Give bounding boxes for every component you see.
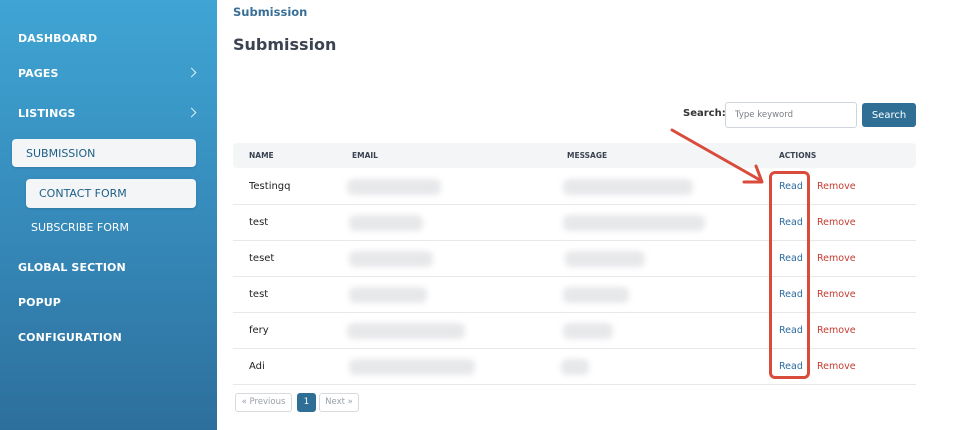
chevron-right-icon	[186, 107, 197, 118]
sidebar-item-label: CONTACT FORM	[39, 187, 127, 200]
table-row: test Read Remove	[233, 277, 916, 313]
page-title: Submission	[233, 35, 337, 54]
sidebar: DASHBOARD PAGES LISTINGS SUBMISSION CONT…	[0, 0, 217, 430]
breadcrumb[interactable]: Submission	[233, 5, 307, 19]
search-label: Search:	[683, 108, 726, 119]
cell-name: Testingq	[249, 181, 291, 192]
sidebar-item-dashboard[interactable]: DASHBOARD	[18, 32, 97, 45]
sidebar-item-popup[interactable]: POPUP	[18, 296, 61, 309]
table-header: NAME EMAIL MESSAGE ACTIONS	[233, 143, 916, 168]
redacted-message	[563, 215, 705, 231]
remove-link[interactable]: Remove	[817, 361, 856, 372]
search-button[interactable]: Search	[862, 103, 916, 127]
remove-link[interactable]: Remove	[817, 253, 856, 264]
sidebar-item-listings[interactable]: LISTINGS	[18, 107, 76, 120]
table-row: Adi Read Remove	[233, 349, 916, 385]
remove-link[interactable]: Remove	[817, 289, 856, 300]
annotation-highlight-box	[769, 171, 810, 379]
sidebar-item-submission[interactable]: SUBMISSION	[12, 139, 196, 167]
chevron-right-icon	[186, 67, 197, 78]
column-header-actions: ACTIONS	[779, 151, 817, 160]
redacted-email	[347, 323, 465, 339]
sidebar-subitem-subscribe-form[interactable]: SUBSCRIBE FORM	[31, 221, 129, 234]
pagination-next-button[interactable]: Next »	[319, 393, 359, 412]
redacted-message	[561, 359, 589, 375]
column-header-message: MESSAGE	[567, 151, 608, 160]
column-header-email: EMAIL	[352, 151, 378, 160]
sidebar-item-global-section[interactable]: GLOBAL SECTION	[18, 261, 126, 274]
cell-name: test	[249, 289, 269, 300]
sidebar-subitem-contact-form[interactable]: CONTACT FORM	[26, 179, 196, 208]
redacted-message	[565, 251, 645, 267]
redacted-message	[563, 287, 629, 303]
column-header-name: NAME	[249, 151, 274, 160]
redacted-email	[347, 179, 441, 195]
pagination-previous-button[interactable]: « Previous	[235, 393, 292, 412]
cell-name: fery	[249, 325, 269, 336]
table-row: fery Read Remove	[233, 313, 916, 349]
remove-link[interactable]: Remove	[817, 217, 856, 228]
table-row: teset Read Remove	[233, 241, 916, 277]
table-row: test Read Remove	[233, 205, 916, 241]
remove-link[interactable]: Remove	[817, 325, 856, 336]
cell-name: test	[249, 217, 269, 228]
sidebar-item-label: SUBMISSION	[26, 147, 96, 160]
sidebar-item-configuration[interactable]: CONFIGURATION	[18, 331, 122, 344]
redacted-email	[349, 251, 433, 267]
table-row: Testingq Read Remove	[233, 169, 916, 205]
redacted-message	[563, 323, 613, 339]
redacted-email	[349, 215, 423, 231]
remove-link[interactable]: Remove	[817, 181, 856, 192]
redacted-email	[349, 359, 475, 375]
redacted-email	[349, 287, 427, 303]
pagination-page-1[interactable]: 1	[297, 393, 316, 412]
cell-name: teset	[249, 253, 275, 264]
cell-name: Adi	[249, 361, 265, 372]
annotation-arrow-icon	[670, 128, 764, 184]
sidebar-item-pages[interactable]: PAGES	[18, 67, 59, 80]
